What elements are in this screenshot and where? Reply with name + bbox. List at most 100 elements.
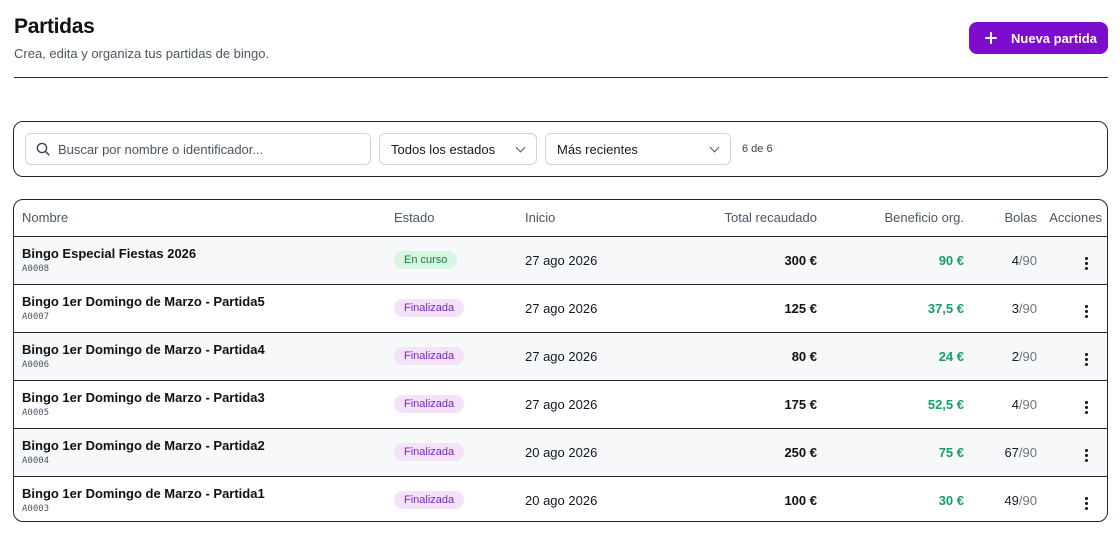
balls-cell: 4/90 — [964, 380, 1037, 429]
balls-total: /90 — [1018, 396, 1037, 412]
status-cell: En curso — [394, 236, 525, 285]
balls-total: /90 — [1018, 492, 1037, 508]
balls-total: /90 — [1018, 300, 1037, 316]
total-collected: 125 € — [655, 284, 817, 333]
game-name[interactable]: Bingo Especial Fiestas 2026 — [22, 246, 394, 261]
balls-drawn: 2 — [1011, 348, 1019, 364]
column-header-name[interactable]: Nombre — [14, 200, 394, 237]
balls-cell: 67/90 — [964, 428, 1037, 477]
actions-cell — [1037, 332, 1107, 381]
balls-drawn: 3 — [1011, 300, 1019, 316]
more-options-icon[interactable] — [1081, 495, 1092, 512]
table-row[interactable]: Bingo 1er Domingo de Marzo - Partida1 A00… — [14, 476, 1107, 521]
start-date: 20 ago 2026 — [525, 492, 598, 508]
plus-icon — [985, 32, 997, 44]
table-row[interactable]: Bingo 1er Domingo de Marzo - Partida4 A00… — [14, 332, 1107, 381]
game-name-cell[interactable]: Bingo 1er Domingo de Marzo - Partida4 A00… — [14, 332, 394, 381]
filters-bar: Todos los estados Más recientes 6 de 6 — [13, 121, 1108, 177]
game-id: A0006 — [22, 360, 50, 370]
page-title: Partidas — [14, 15, 95, 38]
status-cell: Finalizada — [394, 476, 525, 521]
actions-cell — [1037, 476, 1107, 521]
balls-drawn: 67 — [1004, 444, 1019, 460]
game-id: A0005 — [22, 408, 50, 418]
table-row[interactable]: Bingo 1er Domingo de Marzo - Partida5 A00… — [14, 284, 1107, 333]
column-header-total[interactable]: Total recaudado — [655, 200, 817, 237]
start-date: 27 ago 2026 — [525, 236, 655, 285]
balls-cell: 49/90 — [964, 476, 1037, 521]
total-collected: 80 € — [655, 332, 817, 381]
organizer-profit: 37,5 € — [817, 284, 964, 333]
status-badge: En curso — [394, 251, 458, 269]
column-header-status[interactable]: Estado — [394, 200, 525, 237]
more-options-icon[interactable] — [1081, 399, 1092, 416]
column-header-profit[interactable]: Beneficio org. — [817, 200, 964, 237]
game-name-cell[interactable]: Bingo Especial Fiestas 2026 A0008 — [14, 236, 394, 285]
game-name-cell[interactable]: Bingo 1er Domingo de Marzo - Partida3 A00… — [14, 380, 394, 429]
status-badge: Finalizada — [394, 443, 465, 461]
balls-cell: 4/90 — [964, 236, 1037, 285]
start-date: 27 ago 2026 — [525, 332, 655, 381]
total-collected: 175 € — [655, 380, 817, 429]
page-header: Partidas Crea, edita y organiza tus part… — [14, 14, 1108, 78]
new-game-button[interactable]: Nueva partida — [969, 22, 1108, 54]
game-name[interactable]: Bingo 1er Domingo de Marzo - Partida1 — [22, 486, 394, 501]
status-cell: Finalizada — [394, 428, 525, 477]
game-name[interactable]: Bingo 1er Domingo de Marzo - Partida4 — [22, 342, 394, 357]
start-date: 27 ago 2026 — [525, 284, 655, 333]
table-row[interactable]: Bingo 1er Domingo de Marzo - Partida3 A00… — [14, 380, 1107, 429]
sort-order-select[interactable]: Más recientes — [545, 133, 731, 165]
sort-order-value: Más recientes — [557, 141, 638, 157]
game-id: A0003 — [22, 504, 50, 515]
chevron-down-icon — [515, 142, 526, 152]
balls-drawn: 49 — [1004, 492, 1019, 508]
status-filter-select[interactable]: Todos los estados — [379, 133, 537, 165]
more-options-icon[interactable] — [1081, 351, 1092, 368]
status-cell: Finalizada — [394, 284, 525, 333]
game-id: A0008 — [22, 264, 50, 274]
start-date: 20 ago 2026 — [525, 428, 655, 477]
organizer-profit: 30 € — [938, 492, 964, 508]
game-id: A0004 — [22, 456, 50, 466]
results-count: 6 de 6 — [742, 143, 773, 155]
game-name-cell[interactable]: Bingo 1er Domingo de Marzo - Partida1 A00… — [14, 476, 394, 521]
actions-cell — [1037, 380, 1107, 429]
total-collected: 250 € — [655, 428, 817, 477]
more-options-icon[interactable] — [1081, 447, 1092, 464]
actions-cell — [1037, 428, 1107, 477]
table-row[interactable]: Bingo 1er Domingo de Marzo - Partida2 A00… — [14, 428, 1107, 477]
organizer-profit: 75 € — [817, 428, 964, 477]
new-game-button-label: Nueva partida — [1011, 30, 1097, 46]
game-name[interactable]: Bingo 1er Domingo de Marzo - Partida5 — [22, 294, 394, 309]
column-header-start[interactable]: Inicio — [525, 200, 655, 237]
status-filter-value: Todos los estados — [391, 141, 496, 157]
game-name[interactable]: Bingo 1er Domingo de Marzo - Partida3 — [22, 390, 394, 405]
balls-cell: 2/90 — [964, 332, 1037, 381]
game-id: A0007 — [22, 312, 50, 322]
game-name-cell[interactable]: Bingo 1er Domingo de Marzo - Partida5 A00… — [14, 284, 394, 333]
balls-total: /90 — [1018, 444, 1037, 460]
search-box[interactable] — [25, 133, 371, 165]
balls-total: /90 — [1018, 348, 1037, 364]
column-header-balls[interactable]: Bolas — [964, 200, 1037, 237]
actions-cell — [1037, 236, 1107, 285]
page-subtitle: Crea, edita y organiza tus partidas de b… — [14, 46, 270, 61]
status-badge: Finalizada — [394, 395, 465, 413]
game-name[interactable]: Bingo 1er Domingo de Marzo - Partida2 — [22, 438, 394, 453]
search-input[interactable] — [58, 141, 348, 157]
table-row[interactable]: Bingo Especial Fiestas 2026 A0008 En curso… — [14, 236, 1107, 285]
organizer-profit: 24 € — [817, 332, 964, 381]
more-options-icon[interactable] — [1081, 303, 1092, 320]
total-collected: 100 € — [784, 492, 817, 508]
more-options-icon[interactable] — [1081, 255, 1092, 272]
status-cell: Finalizada — [394, 380, 525, 429]
column-header-actions: Acciones — [1037, 200, 1107, 237]
status-badge: Finalizada — [394, 347, 465, 365]
balls-drawn: 4 — [1011, 252, 1019, 268]
search-icon — [36, 142, 50, 156]
total-collected: 300 € — [655, 236, 817, 285]
game-name-cell[interactable]: Bingo 1er Domingo de Marzo - Partida2 A00… — [14, 428, 394, 477]
actions-cell — [1037, 284, 1107, 333]
status-cell: Finalizada — [394, 332, 525, 381]
balls-total: /90 — [1018, 252, 1037, 268]
